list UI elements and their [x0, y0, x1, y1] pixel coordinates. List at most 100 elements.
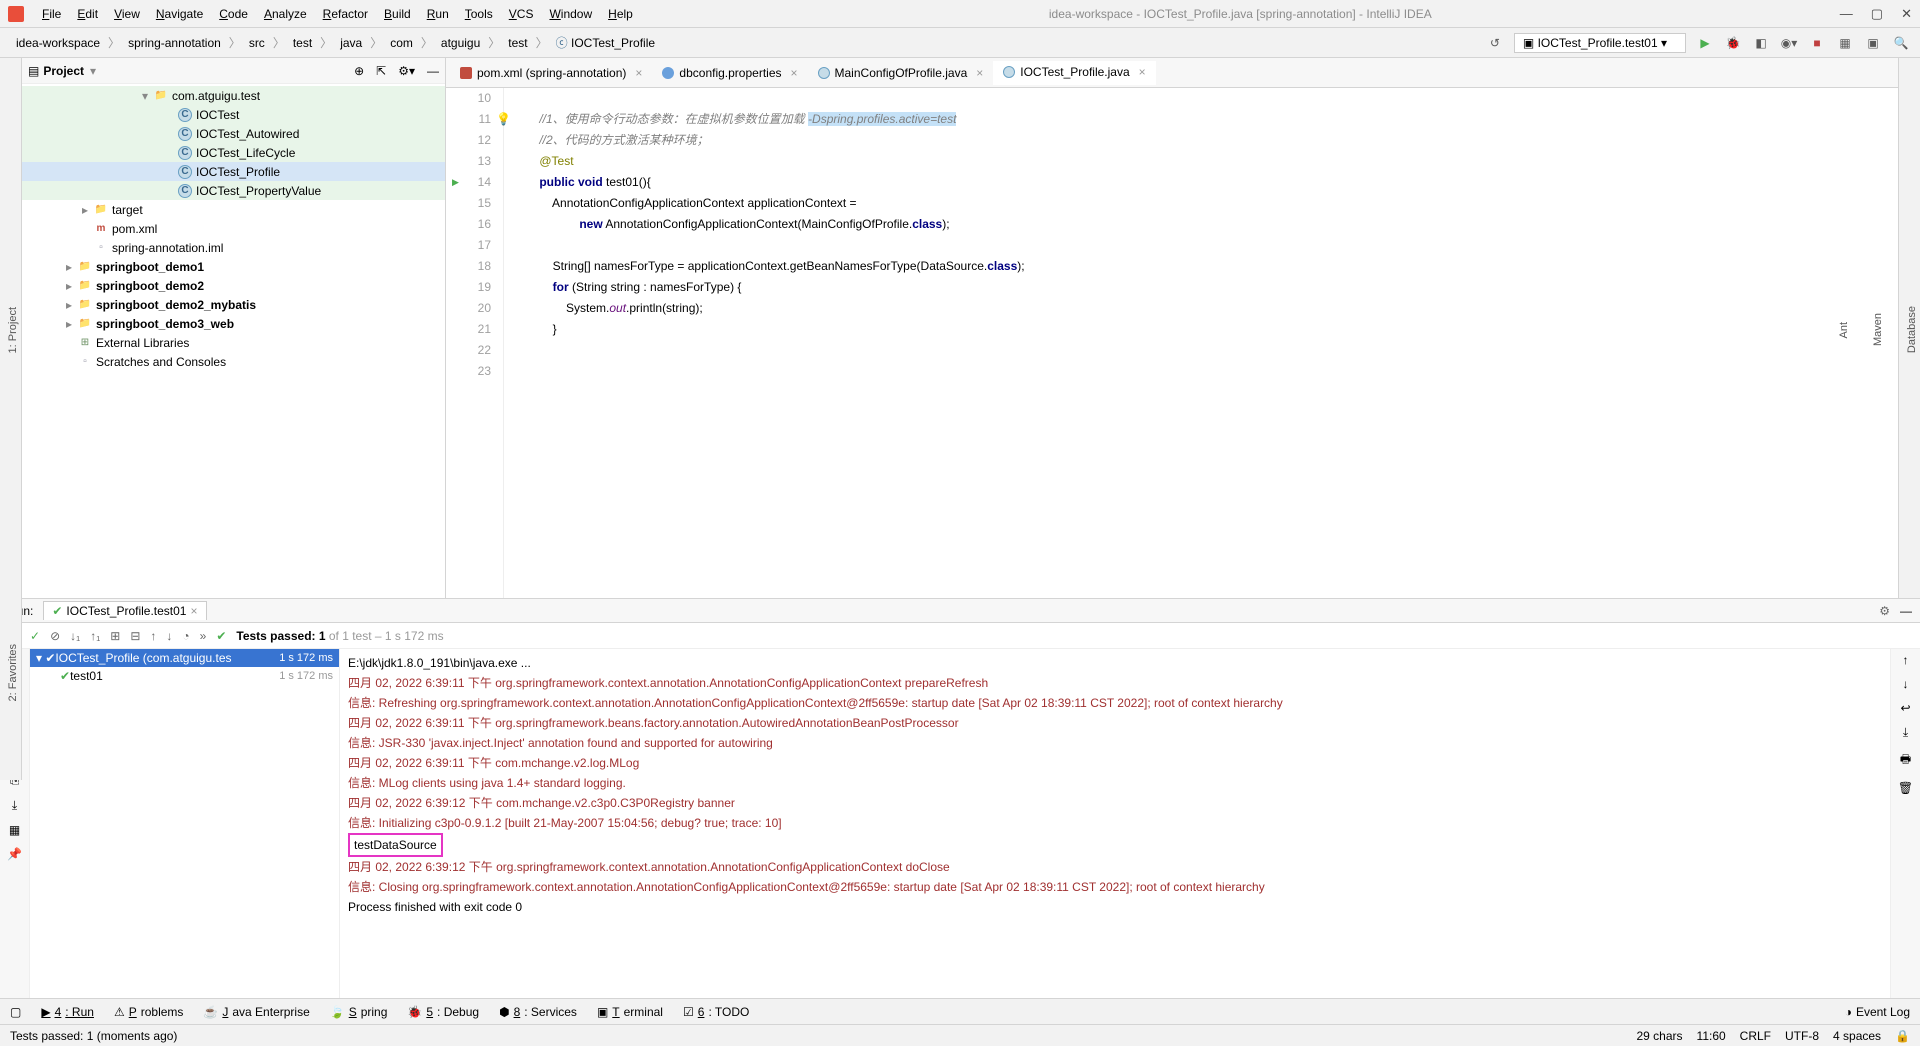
tree-item[interactable]: CIOCTest_Profile: [22, 162, 445, 181]
lock-icon[interactable]: 🔒: [1895, 1029, 1910, 1043]
hide-icon[interactable]: —: [427, 64, 439, 78]
project-select-icon[interactable]: ▤: [28, 64, 39, 78]
stop-button[interactable]: ■: [1808, 34, 1826, 52]
minimize-button[interactable]: —: [1840, 6, 1853, 22]
expand-icon[interactable]: ⊞: [110, 629, 120, 643]
run-button[interactable]: ▶: [1696, 34, 1714, 52]
collapse-all-icon[interactable]: ⊟: [130, 629, 140, 643]
close-tab-icon[interactable]: ×: [190, 604, 197, 618]
scroll-down-icon[interactable]: ↓: [1903, 677, 1909, 691]
soft-wrap-icon[interactable]: ↩: [1900, 701, 1910, 715]
status-enc[interactable]: CRLF: [1740, 1029, 1771, 1043]
tool-maven[interactable]: Maven: [1870, 309, 1886, 350]
test-tree[interactable]: ▾ ✔ IOCTest_Profile (com.atguigu.tes 1 s…: [30, 649, 340, 998]
bottom-item[interactable]: 🐞 5: Debug: [407, 1005, 479, 1019]
close-tab-icon[interactable]: ×: [791, 66, 798, 80]
scroll-to-end-icon[interactable]: ⤓: [1903, 725, 1908, 740]
breadcrumb-item[interactable]: idea-workspace: [10, 34, 106, 52]
bottom-toggle-icon[interactable]: ▢: [10, 1005, 21, 1019]
menu-code[interactable]: Code: [211, 5, 256, 23]
test-item[interactable]: ✔ test01 1 s 172 ms: [30, 667, 339, 685]
pin-icon[interactable]: 📌: [7, 847, 22, 861]
menu-file[interactable]: File: [34, 5, 69, 23]
code-editor[interactable]: 10💡111213▶14151617181920212223 //1、使用命令行…: [446, 88, 1898, 598]
export-icon[interactable]: ⤓: [12, 798, 17, 813]
tree-item[interactable]: ⊞External Libraries: [22, 333, 445, 352]
coverage-button[interactable]: ◧: [1752, 34, 1770, 52]
show-ignored-icon[interactable]: ⊘: [50, 629, 60, 643]
sort-up-icon[interactable]: ↑₁: [90, 629, 100, 643]
clock-icon[interactable]: ◔: [182, 629, 189, 643]
close-tab-icon[interactable]: ×: [1139, 65, 1146, 79]
menu-vcs[interactable]: VCS: [501, 5, 542, 23]
menu-view[interactable]: View: [106, 5, 148, 23]
breadcrumb-item[interactable]: test: [502, 34, 533, 52]
gear-icon[interactable]: ⚙▾: [398, 64, 415, 78]
tree-item[interactable]: ▸📁springboot_demo1: [22, 257, 445, 276]
run-config-selector[interactable]: ▣ IOCTest_Profile.test01 ▾: [1514, 33, 1686, 53]
menu-navigate[interactable]: Navigate: [148, 5, 211, 23]
bottom-item[interactable]: ⚠ Problems: [114, 1005, 183, 1019]
tree-item[interactable]: ▸📁target: [22, 200, 445, 219]
more-icon[interactable]: »: [200, 629, 207, 643]
menu-help[interactable]: Help: [600, 5, 641, 23]
tree-item[interactable]: CIOCTest_LifeCycle: [22, 143, 445, 162]
breadcrumb-item[interactable]: com: [384, 34, 419, 52]
editor-tab[interactable]: MainConfigOfProfile.java×: [808, 62, 994, 84]
breadcrumb-item[interactable]: test: [287, 34, 318, 52]
ide-settings-icon[interactable]: ▣: [1864, 34, 1882, 52]
breadcrumb-item[interactable]: src: [243, 34, 271, 52]
tree-item[interactable]: ▫Scratches and Consoles: [22, 352, 445, 371]
locate-icon[interactable]: ⊕: [354, 64, 364, 78]
tool-project[interactable]: 1: Project: [5, 303, 21, 357]
scroll-up-icon[interactable]: ↑: [1903, 653, 1909, 667]
close-tab-icon[interactable]: ×: [976, 66, 983, 80]
menu-window[interactable]: Window: [541, 5, 600, 23]
test-root[interactable]: ▾ ✔ IOCTest_Profile (com.atguigu.tes 1 s…: [30, 649, 339, 667]
menu-run[interactable]: Run: [419, 5, 457, 23]
menu-edit[interactable]: Edit: [69, 5, 106, 23]
tree-item[interactable]: mpom.xml: [22, 219, 445, 238]
run-hide-icon[interactable]: —: [1900, 604, 1912, 618]
up-icon[interactable]: ↑: [150, 629, 156, 643]
bottom-item[interactable]: ▣ Terminal: [597, 1005, 663, 1019]
bottom-item[interactable]: ☑ 6: TODO: [683, 1005, 749, 1019]
close-tab-icon[interactable]: ×: [635, 66, 642, 80]
maximize-button[interactable]: ▢: [1871, 6, 1883, 22]
clear-icon[interactable]: 🗑: [1898, 781, 1913, 795]
menu-analyze[interactable]: Analyze: [256, 5, 315, 23]
debug-button[interactable]: 🐞: [1724, 34, 1742, 52]
menu-refactor[interactable]: Refactor: [315, 5, 376, 23]
collapse-icon[interactable]: ⇱: [376, 64, 386, 78]
run-tab[interactable]: ✔ IOCTest_Profile.test01 ×: [43, 601, 206, 620]
breadcrumb-item[interactable]: ⓒ IOCTest_Profile: [550, 32, 661, 53]
tree-item[interactable]: ▸📁springboot_demo2: [22, 276, 445, 295]
print-icon[interactable]: 🖶: [1900, 750, 1911, 771]
search-icon[interactable]: 🔍: [1892, 34, 1910, 52]
down-icon[interactable]: ↓: [166, 629, 172, 643]
project-tree[interactable]: ▾📁com.atguigu.testCIOCTestCIOCTest_Autow…: [22, 84, 445, 598]
bottom-item[interactable]: ⬢ 8: Services: [499, 1005, 577, 1019]
bottom-item[interactable]: ▶ 4: Run: [41, 1005, 94, 1019]
run-settings-icon[interactable]: ⚙: [1879, 604, 1890, 618]
tool-database[interactable]: Database: [1904, 302, 1920, 357]
show-passed-icon[interactable]: ✓: [30, 629, 40, 643]
editor-tab[interactable]: IOCTest_Profile.java×: [993, 61, 1155, 85]
tool-ant[interactable]: Ant: [1836, 318, 1852, 343]
recompile-icon[interactable]: ↺: [1486, 34, 1504, 52]
menu-build[interactable]: Build: [376, 5, 419, 23]
tool-favorites[interactable]: 2: Favorites: [5, 640, 21, 705]
bottom-item[interactable]: 🍃 Spring: [330, 1005, 388, 1019]
tree-item[interactable]: ▫spring-annotation.iml: [22, 238, 445, 257]
bottom-item[interactable]: ☕ Java Enterprise: [203, 1005, 309, 1019]
tree-item[interactable]: ▾📁com.atguigu.test: [22, 86, 445, 105]
breadcrumb-item[interactable]: spring-annotation: [122, 34, 227, 52]
project-structure-icon[interactable]: ▦: [1836, 34, 1854, 52]
breadcrumb-item[interactable]: java: [334, 34, 368, 52]
console-output[interactable]: E:\jdk\jdk1.8.0_191\bin\java.exe ...四月 0…: [340, 649, 1890, 998]
tree-item[interactable]: CIOCTest_Autowired: [22, 124, 445, 143]
event-log[interactable]: ◑ Event Log: [1845, 1005, 1910, 1019]
breadcrumb-item[interactable]: atguigu: [435, 34, 486, 52]
layout-icon[interactable]: ▦: [9, 823, 20, 837]
editor-tab[interactable]: pom.xml (spring-annotation)×: [450, 62, 652, 84]
